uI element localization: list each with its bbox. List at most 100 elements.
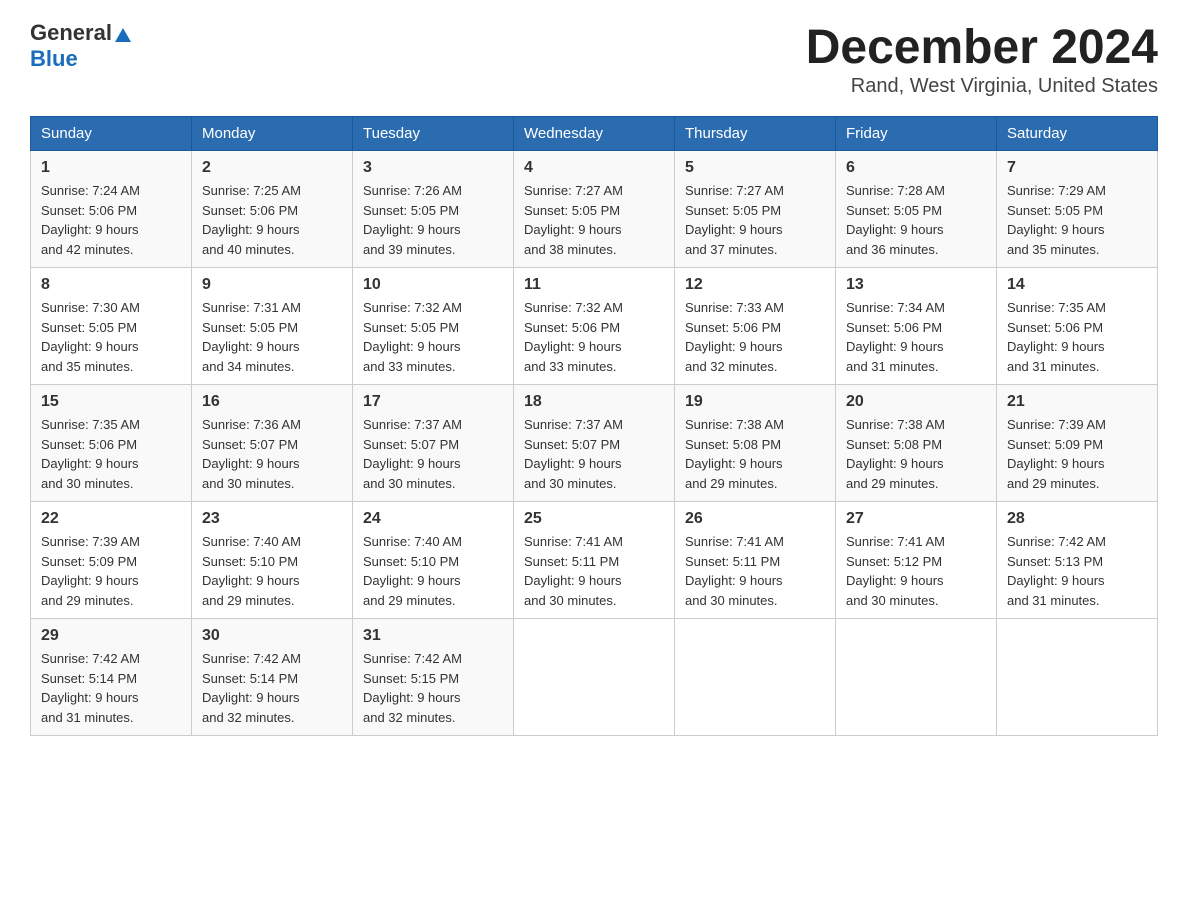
day-info: Sunrise: 7:27 AM Sunset: 5:05 PM Dayligh… [685, 181, 825, 259]
day-number: 1 [41, 159, 181, 177]
calendar-table: Sunday Monday Tuesday Wednesday Thursday… [30, 116, 1158, 736]
calendar-cell: 25 Sunrise: 7:41 AM Sunset: 5:11 PM Dayl… [514, 502, 675, 619]
day-info: Sunrise: 7:25 AM Sunset: 5:06 PM Dayligh… [202, 181, 342, 259]
day-info: Sunrise: 7:38 AM Sunset: 5:08 PM Dayligh… [685, 415, 825, 493]
day-info: Sunrise: 7:26 AM Sunset: 5:05 PM Dayligh… [363, 181, 503, 259]
calendar-cell: 1 Sunrise: 7:24 AM Sunset: 5:06 PM Dayli… [31, 151, 192, 268]
day-number: 23 [202, 510, 342, 528]
day-number: 28 [1007, 510, 1147, 528]
calendar-cell: 18 Sunrise: 7:37 AM Sunset: 5:07 PM Dayl… [514, 385, 675, 502]
day-info: Sunrise: 7:37 AM Sunset: 5:07 PM Dayligh… [524, 415, 664, 493]
day-number: 26 [685, 510, 825, 528]
calendar-cell: 28 Sunrise: 7:42 AM Sunset: 5:13 PM Dayl… [997, 502, 1158, 619]
day-info: Sunrise: 7:39 AM Sunset: 5:09 PM Dayligh… [41, 532, 181, 610]
calendar-cell: 4 Sunrise: 7:27 AM Sunset: 5:05 PM Dayli… [514, 151, 675, 268]
day-number: 22 [41, 510, 181, 528]
col-tuesday: Tuesday [353, 117, 514, 151]
day-number: 21 [1007, 393, 1147, 411]
calendar-cell: 12 Sunrise: 7:33 AM Sunset: 5:06 PM Dayl… [675, 268, 836, 385]
day-number: 10 [363, 276, 503, 294]
logo-blue-text: Blue [30, 46, 78, 72]
calendar-cell: 8 Sunrise: 7:30 AM Sunset: 5:05 PM Dayli… [31, 268, 192, 385]
day-info: Sunrise: 7:29 AM Sunset: 5:05 PM Dayligh… [1007, 181, 1147, 259]
day-number: 2 [202, 159, 342, 177]
calendar-cell: 21 Sunrise: 7:39 AM Sunset: 5:09 PM Dayl… [997, 385, 1158, 502]
logo-triangle-icon [115, 28, 131, 42]
calendar-week-5: 29 Sunrise: 7:42 AM Sunset: 5:14 PM Dayl… [31, 619, 1158, 736]
day-number: 3 [363, 159, 503, 177]
day-info: Sunrise: 7:39 AM Sunset: 5:09 PM Dayligh… [1007, 415, 1147, 493]
day-info: Sunrise: 7:35 AM Sunset: 5:06 PM Dayligh… [41, 415, 181, 493]
calendar-cell: 22 Sunrise: 7:39 AM Sunset: 5:09 PM Dayl… [31, 502, 192, 619]
calendar-week-3: 15 Sunrise: 7:35 AM Sunset: 5:06 PM Dayl… [31, 385, 1158, 502]
calendar-cell: 30 Sunrise: 7:42 AM Sunset: 5:14 PM Dayl… [192, 619, 353, 736]
calendar-week-2: 8 Sunrise: 7:30 AM Sunset: 5:05 PM Dayli… [31, 268, 1158, 385]
calendar-cell: 2 Sunrise: 7:25 AM Sunset: 5:06 PM Dayli… [192, 151, 353, 268]
day-info: Sunrise: 7:32 AM Sunset: 5:05 PM Dayligh… [363, 298, 503, 376]
location-text: Rand, West Virginia, United States [806, 75, 1158, 98]
day-number: 16 [202, 393, 342, 411]
col-wednesday: Wednesday [514, 117, 675, 151]
day-info: Sunrise: 7:42 AM Sunset: 5:14 PM Dayligh… [41, 649, 181, 727]
col-friday: Friday [836, 117, 997, 151]
col-saturday: Saturday [997, 117, 1158, 151]
calendar-cell [675, 619, 836, 736]
col-thursday: Thursday [675, 117, 836, 151]
day-number: 14 [1007, 276, 1147, 294]
day-info: Sunrise: 7:32 AM Sunset: 5:06 PM Dayligh… [524, 298, 664, 376]
calendar-cell: 11 Sunrise: 7:32 AM Sunset: 5:06 PM Dayl… [514, 268, 675, 385]
logo-general-text: General [30, 20, 112, 46]
col-monday: Monday [192, 117, 353, 151]
day-number: 7 [1007, 159, 1147, 177]
calendar-cell: 10 Sunrise: 7:32 AM Sunset: 5:05 PM Dayl… [353, 268, 514, 385]
col-sunday: Sunday [31, 117, 192, 151]
calendar-cell: 3 Sunrise: 7:26 AM Sunset: 5:05 PM Dayli… [353, 151, 514, 268]
day-number: 15 [41, 393, 181, 411]
calendar-cell: 14 Sunrise: 7:35 AM Sunset: 5:06 PM Dayl… [997, 268, 1158, 385]
calendar-cell: 13 Sunrise: 7:34 AM Sunset: 5:06 PM Dayl… [836, 268, 997, 385]
calendar-cell: 29 Sunrise: 7:42 AM Sunset: 5:14 PM Dayl… [31, 619, 192, 736]
logo: General Blue [30, 20, 131, 72]
day-number: 12 [685, 276, 825, 294]
day-info: Sunrise: 7:35 AM Sunset: 5:06 PM Dayligh… [1007, 298, 1147, 376]
day-number: 19 [685, 393, 825, 411]
calendar-cell [836, 619, 997, 736]
day-number: 25 [524, 510, 664, 528]
header-row: Sunday Monday Tuesday Wednesday Thursday… [31, 117, 1158, 151]
calendar-cell: 27 Sunrise: 7:41 AM Sunset: 5:12 PM Dayl… [836, 502, 997, 619]
day-info: Sunrise: 7:38 AM Sunset: 5:08 PM Dayligh… [846, 415, 986, 493]
day-info: Sunrise: 7:28 AM Sunset: 5:05 PM Dayligh… [846, 181, 986, 259]
day-number: 30 [202, 627, 342, 645]
day-number: 11 [524, 276, 664, 294]
page-header: General Blue December 2024 Rand, West Vi… [30, 20, 1158, 98]
calendar-cell: 9 Sunrise: 7:31 AM Sunset: 5:05 PM Dayli… [192, 268, 353, 385]
day-info: Sunrise: 7:42 AM Sunset: 5:15 PM Dayligh… [363, 649, 503, 727]
day-info: Sunrise: 7:42 AM Sunset: 5:14 PM Dayligh… [202, 649, 342, 727]
day-info: Sunrise: 7:36 AM Sunset: 5:07 PM Dayligh… [202, 415, 342, 493]
day-info: Sunrise: 7:40 AM Sunset: 5:10 PM Dayligh… [202, 532, 342, 610]
day-number: 31 [363, 627, 503, 645]
calendar-cell [997, 619, 1158, 736]
day-info: Sunrise: 7:27 AM Sunset: 5:05 PM Dayligh… [524, 181, 664, 259]
calendar-cell: 19 Sunrise: 7:38 AM Sunset: 5:08 PM Dayl… [675, 385, 836, 502]
calendar-cell: 20 Sunrise: 7:38 AM Sunset: 5:08 PM Dayl… [836, 385, 997, 502]
day-number: 20 [846, 393, 986, 411]
day-info: Sunrise: 7:24 AM Sunset: 5:06 PM Dayligh… [41, 181, 181, 259]
day-number: 6 [846, 159, 986, 177]
calendar-week-1: 1 Sunrise: 7:24 AM Sunset: 5:06 PM Dayli… [31, 151, 1158, 268]
calendar-cell: 16 Sunrise: 7:36 AM Sunset: 5:07 PM Dayl… [192, 385, 353, 502]
day-info: Sunrise: 7:37 AM Sunset: 5:07 PM Dayligh… [363, 415, 503, 493]
day-info: Sunrise: 7:41 AM Sunset: 5:12 PM Dayligh… [846, 532, 986, 610]
title-section: December 2024 Rand, West Virginia, Unite… [806, 20, 1158, 98]
calendar-cell: 15 Sunrise: 7:35 AM Sunset: 5:06 PM Dayl… [31, 385, 192, 502]
calendar-cell: 31 Sunrise: 7:42 AM Sunset: 5:15 PM Dayl… [353, 619, 514, 736]
day-number: 24 [363, 510, 503, 528]
day-number: 27 [846, 510, 986, 528]
day-number: 17 [363, 393, 503, 411]
day-number: 29 [41, 627, 181, 645]
day-number: 5 [685, 159, 825, 177]
day-info: Sunrise: 7:31 AM Sunset: 5:05 PM Dayligh… [202, 298, 342, 376]
day-number: 9 [202, 276, 342, 294]
calendar-cell: 26 Sunrise: 7:41 AM Sunset: 5:11 PM Dayl… [675, 502, 836, 619]
calendar-cell: 17 Sunrise: 7:37 AM Sunset: 5:07 PM Dayl… [353, 385, 514, 502]
